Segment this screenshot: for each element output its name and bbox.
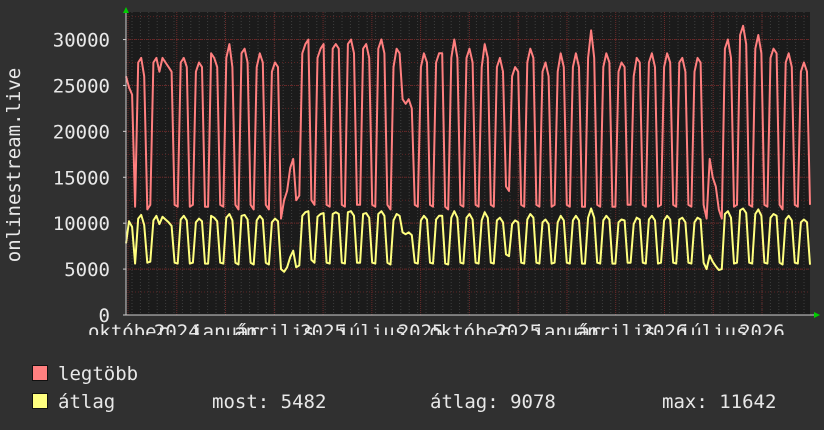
- x-axis-ticks: október2024januáráprilis2025július2025ok…: [88, 321, 785, 335]
- stat-now: most: 5482: [212, 391, 327, 413]
- y-axis-label: onlinestream.live: [3, 68, 25, 262]
- y-tick-label: 25000: [53, 75, 110, 97]
- legend-label-max: legtöbb: [58, 363, 139, 385]
- legend-label-avg: átlag: [58, 391, 116, 413]
- legend-item-avg: átlag: [32, 391, 115, 413]
- stat-max: max: 11642: [662, 391, 777, 413]
- y-tick-label: 5000: [64, 259, 110, 281]
- y-tick-label: 30000: [53, 30, 110, 52]
- stat-average: átlag: 9078: [430, 391, 556, 413]
- x-tick-label: július: [679, 321, 748, 335]
- y-tick-label: 10000: [53, 213, 110, 235]
- legend-item-max: legtöbb: [32, 363, 138, 385]
- legend-swatch-avg: [32, 393, 48, 409]
- x-tick-label: 2026: [739, 321, 785, 335]
- y-tick-label: 20000: [53, 121, 110, 143]
- legend-swatch-max: [32, 365, 48, 381]
- x-tick-label: július: [338, 321, 407, 335]
- chart-area: 050001000015000200002500030000 október20…: [0, 0, 824, 335]
- y-tick-label: 15000: [53, 167, 110, 189]
